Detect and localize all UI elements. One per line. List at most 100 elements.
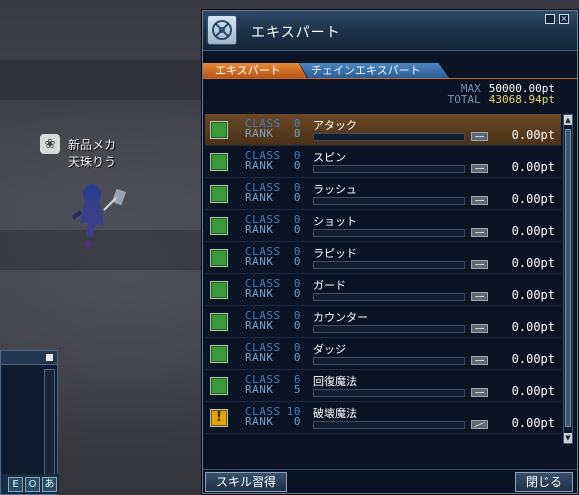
expert-panel-header[interactable]: エキスパート ×: [203, 11, 577, 51]
skill-points: 0.00pt: [511, 160, 555, 174]
learn-skill-button[interactable]: スキル習得: [205, 472, 287, 492]
skill-class-rank: CLASS 0 RANK 0: [245, 246, 301, 268]
skill-progress-bar: [313, 261, 465, 269]
skill-progress-bar: [313, 229, 465, 237]
tab-expert[interactable]: エキスパート: [203, 63, 307, 78]
skill-name: ラッシュ: [313, 183, 357, 196]
rank-value: 0: [293, 191, 301, 204]
skill-name: ラピッド: [313, 247, 357, 260]
skill-allocate-button[interactable]: [471, 164, 488, 173]
chat-window[interactable]: E O あ: [0, 350, 59, 495]
scroll-up-arrow-icon[interactable]: ▲: [564, 115, 572, 125]
skill-row[interactable]: CLASS 0 RANK 0 ラピッド 0.00pt: [205, 242, 561, 274]
skill-enabled-checkbox[interactable]: [210, 281, 228, 299]
skill-row[interactable]: CLASS 0 RANK 0 スピン 0.00pt: [205, 146, 561, 178]
tab-chain-expert[interactable]: チェインエキスパート: [299, 63, 449, 78]
close-button[interactable]: 閉じる: [515, 472, 573, 492]
chat-mode-e-button[interactable]: E: [8, 476, 23, 492]
skill-points: 0.00pt: [511, 224, 555, 238]
skill-enabled-checkbox[interactable]: [210, 345, 228, 363]
skill-progress-bar: [313, 197, 465, 205]
skill-points: 0.00pt: [511, 256, 555, 270]
chat-window-minimize-button[interactable]: [45, 353, 54, 362]
expert-panel: エキスパート × エキスパート チェインエキスパート MAX 50000.00p…: [202, 10, 578, 494]
skill-points: 0.00pt: [511, 288, 555, 302]
skill-allocate-button[interactable]: [471, 356, 488, 365]
scroll-thumb[interactable]: [565, 129, 571, 427]
input-mode-kana-button[interactable]: あ: [42, 476, 57, 492]
skill-enabled-checkbox[interactable]: [210, 185, 228, 203]
skill-enabled-checkbox[interactable]: [210, 121, 228, 139]
skill-row[interactable]: CLASS 0 RANK 0 アタック 0.00pt: [205, 114, 561, 146]
skill-class-rank: CLASS 0 RANK 0: [245, 182, 301, 204]
rank-value: 0: [293, 319, 301, 332]
skill-list: CLASS 0 RANK 0 アタック 0.00pt CLASS 0 RANK 0 スピン 0.00p…: [205, 114, 561, 442]
skill-row[interactable]: CLASS 0 RANK 0 ガード 0.00pt: [205, 274, 561, 306]
panel-close-x-button[interactable]: ×: [559, 14, 569, 24]
rank-label: RANK: [245, 287, 274, 300]
points-summary: MAX 50000.00pt TOTAL 43068.94pt: [383, 83, 555, 105]
skill-allocate-button[interactable]: [471, 388, 488, 397]
skill-list-scrollbar[interactable]: ▲ ▼: [563, 114, 573, 444]
tab-underline: [203, 78, 577, 79]
skill-row[interactable]: CLASS 0 RANK 0 ラッシュ 0.00pt: [205, 178, 561, 210]
scroll-down-arrow-icon[interactable]: ▼: [564, 433, 572, 443]
skill-allocate-button[interactable]: [471, 324, 488, 333]
skill-allocate-button[interactable]: [471, 292, 488, 301]
skill-points: 0.00pt: [511, 128, 555, 142]
chat-window-titlebar[interactable]: [1, 351, 57, 365]
skill-points: 0.00pt: [511, 416, 555, 430]
skill-progress-bar: [313, 325, 465, 333]
skill-allocate-button[interactable]: [471, 228, 488, 237]
skill-name: カウンター: [313, 311, 368, 324]
player-character[interactable]: [70, 180, 130, 250]
chat-mode-o-button[interactable]: O: [25, 476, 40, 492]
panel-minimize-button[interactable]: [545, 14, 555, 24]
skill-points: 0.00pt: [511, 320, 555, 334]
skill-progress-bar: [313, 421, 465, 429]
rank-value: 0: [293, 415, 301, 428]
skill-points: 0.00pt: [511, 192, 555, 206]
skill-row[interactable]: CLASS 0 RANK 0 ショット 0.00pt: [205, 210, 561, 242]
skill-row[interactable]: CLASS 6 RANK 5 回復魔法 0.00pt: [205, 370, 561, 402]
skill-row[interactable]: CLASS 0 RANK 0 カウンター 0.00pt: [205, 306, 561, 338]
skill-progress-bar: [313, 293, 465, 301]
player-name-line-2: 天珠りう: [68, 155, 117, 169]
warning-icon[interactable]: !: [210, 409, 228, 427]
rank-label: RANK: [245, 255, 274, 268]
player-badge-lotus-icon: ❀: [40, 134, 60, 154]
skill-enabled-checkbox[interactable]: [210, 153, 228, 171]
rank-value: 0: [293, 351, 301, 364]
skill-row[interactable]: CLASS 0 RANK 0 ダッジ 0.00pt: [205, 338, 561, 370]
skill-allocate-button[interactable]: [471, 132, 488, 141]
chat-window-scrollbar[interactable]: [44, 369, 55, 475]
skill-enabled-checkbox[interactable]: [210, 217, 228, 235]
rank-label: RANK: [245, 223, 274, 236]
skill-name: スピン: [313, 151, 346, 164]
total-label: TOTAL: [447, 93, 481, 106]
skill-enabled-checkbox[interactable]: [210, 377, 228, 395]
skill-name: ダッジ: [313, 343, 346, 356]
rank-label: RANK: [245, 159, 274, 172]
skill-name: 回復魔法: [313, 375, 357, 388]
skill-class-rank: CLASS 0 RANK 0: [245, 150, 301, 172]
skill-class-rank: CLASS 0 RANK 0: [245, 342, 301, 364]
skill-progress-bar: [313, 133, 465, 141]
rank-label: RANK: [245, 191, 274, 204]
skill-progress-bar: [313, 389, 465, 397]
skill-progress-bar: [313, 165, 465, 173]
skill-class-rank: CLASS 6 RANK 5: [245, 374, 301, 395]
rank-label: RANK: [245, 127, 274, 140]
skill-class-rank: CLASS 10 RANK 0: [245, 406, 301, 428]
skill-row[interactable]: ! CLASS 10 RANK 0 破壊魔法 0.00pt: [205, 402, 561, 434]
expert-emblem-icon: [207, 15, 237, 45]
skill-allocate-button[interactable]: [471, 260, 488, 269]
panel-title: エキスパート: [251, 25, 341, 41]
skill-enabled-checkbox[interactable]: [210, 313, 228, 331]
skill-allocate-button[interactable]: [471, 196, 488, 205]
skill-class-rank: CLASS 0 RANK 0: [245, 214, 301, 236]
rank-label: RANK: [245, 319, 274, 332]
skill-name: 破壊魔法: [313, 407, 357, 420]
skill-enabled-checkbox[interactable]: [210, 249, 228, 267]
skill-allocate-button[interactable]: [471, 420, 488, 429]
